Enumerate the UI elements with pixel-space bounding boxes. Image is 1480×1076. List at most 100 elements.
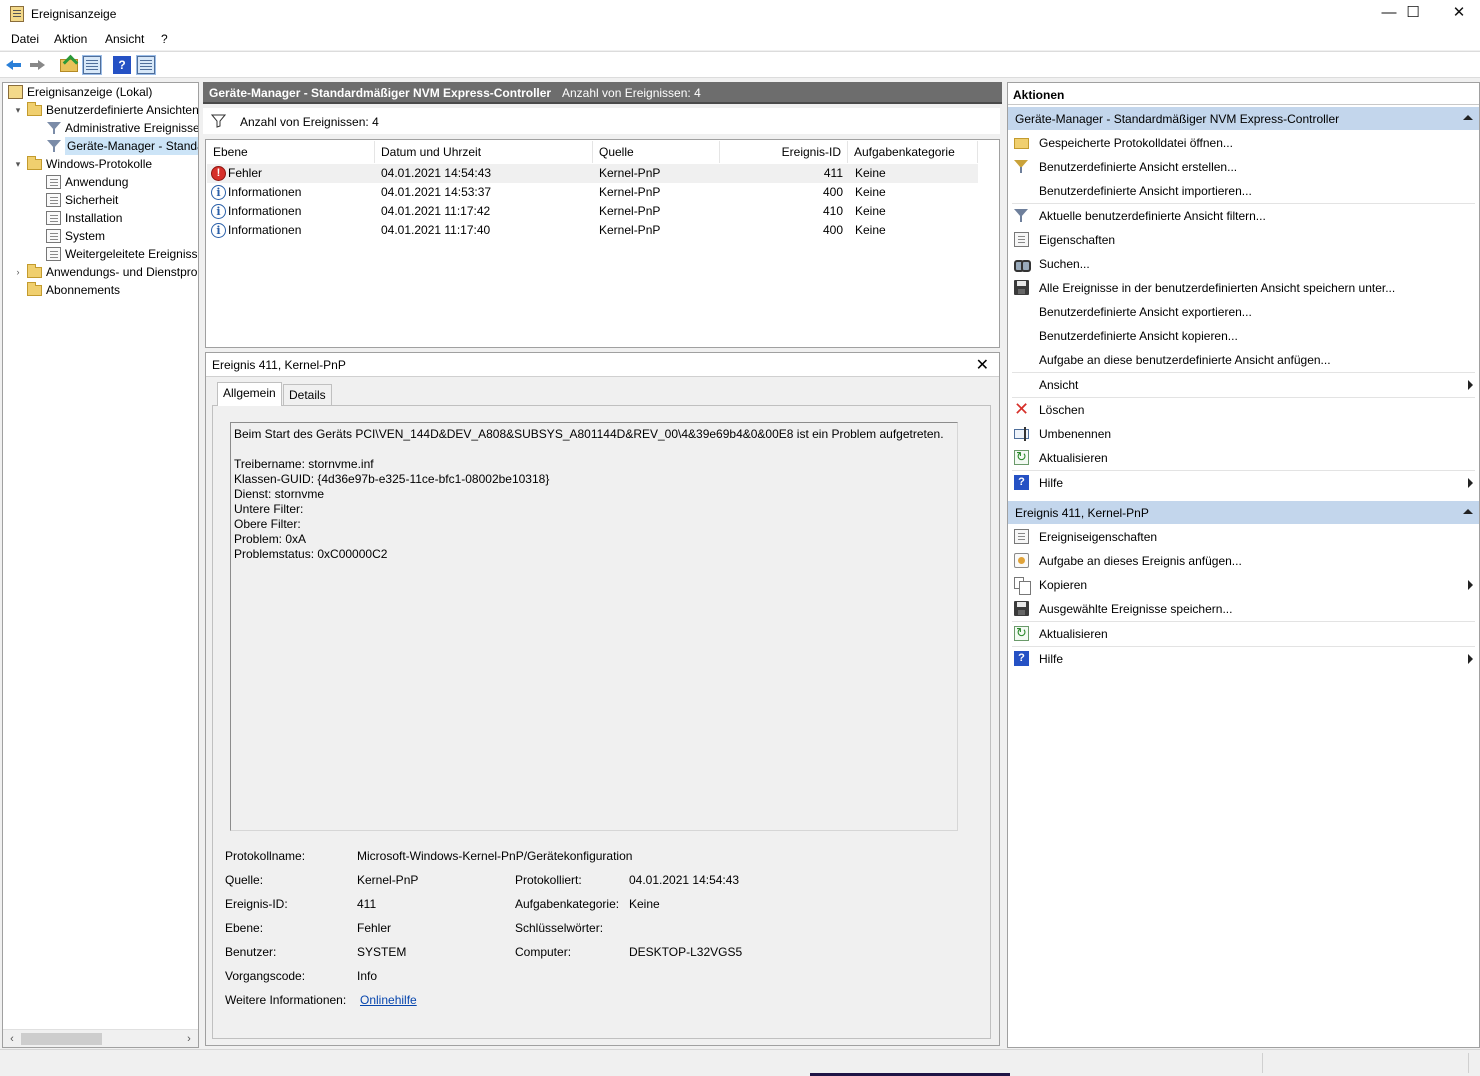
actions-pane: Aktionen Geräte-Manager - Standardmäßige… bbox=[1007, 82, 1480, 1048]
scroll-left-icon[interactable]: ‹ bbox=[4, 1031, 20, 1047]
source-label: Quelle: bbox=[225, 873, 264, 887]
action-view-submenu[interactable]: Ansicht bbox=[1008, 373, 1479, 397]
action-export-custom-view[interactable]: Benutzerdefinierte Ansicht exportieren..… bbox=[1008, 300, 1479, 324]
find-icon bbox=[1014, 256, 1031, 272]
chevron-down-icon[interactable]: ▾ bbox=[13, 155, 23, 173]
actions-title-bar: Aktionen bbox=[1008, 83, 1479, 105]
menu-action[interactable]: Aktion bbox=[54, 32, 87, 46]
menu-file[interactable]: Datei bbox=[11, 32, 39, 46]
actions-section-view[interactable]: Geräte-Manager - Standardmäßiger NVM Exp… bbox=[1008, 107, 1479, 130]
menu-view[interactable]: Ansicht bbox=[105, 32, 144, 46]
actions-section-event[interactable]: Ereignis 411, Kernel-PnP bbox=[1008, 501, 1479, 524]
action-save-all-events[interactable]: Alle Ereignisse in der benutzerdefiniert… bbox=[1008, 276, 1479, 300]
action-properties[interactable]: Eigenschaften bbox=[1008, 228, 1479, 252]
chevron-right-icon bbox=[1468, 478, 1473, 488]
toolbar: ? bbox=[0, 51, 1480, 78]
action-open-saved-log[interactable]: Gespeicherte Protokolldatei öffnen... bbox=[1008, 131, 1479, 155]
event-description[interactable]: Beim Start des Geräts PCI\VEN_144D&DEV_A… bbox=[230, 422, 958, 831]
error-icon: ! bbox=[211, 166, 226, 181]
maximize-button[interactable]: ☐ bbox=[1390, 0, 1436, 28]
save-icon bbox=[1014, 601, 1029, 616]
folder-icon bbox=[27, 156, 42, 170]
collapse-icon[interactable] bbox=[1463, 115, 1473, 120]
column-header-category[interactable]: Aufgabenkategorie bbox=[848, 141, 978, 163]
action-copy-custom-view[interactable]: Benutzerdefinierte Ansicht kopieren... bbox=[1008, 324, 1479, 348]
info-icon: i bbox=[211, 204, 226, 219]
column-header-date[interactable]: Datum und Uhrzeit bbox=[375, 141, 593, 163]
folder-icon bbox=[27, 282, 42, 296]
user-value: SYSTEM bbox=[357, 945, 407, 959]
menu-help[interactable]: ? bbox=[161, 32, 168, 46]
action-filter-view[interactable]: Aktuelle benutzerdefinierte Ansicht filt… bbox=[1008, 204, 1479, 228]
refresh-icon bbox=[1014, 625, 1029, 641]
table-row[interactable]: i Informationen 04.01.2021 11:17:40 Kern… bbox=[207, 221, 978, 240]
status-divider bbox=[1468, 1053, 1469, 1073]
show-hide-tree-icon[interactable] bbox=[82, 55, 102, 75]
log-name-value: Microsoft-Windows-Kernel-PnP/Gerätekonfi… bbox=[357, 849, 633, 863]
action-copy-submenu[interactable]: Kopieren bbox=[1008, 573, 1479, 597]
action-import-custom-view[interactable]: Benutzerdefinierte Ansicht importieren..… bbox=[1008, 179, 1479, 203]
scroll-right-icon[interactable]: › bbox=[181, 1031, 197, 1047]
filter-icon bbox=[1014, 208, 1029, 223]
detail-title: Ereignis 411, Kernel-PnP bbox=[212, 358, 346, 372]
info-icon: i bbox=[211, 185, 226, 200]
action-attach-task-to-view[interactable]: Aufgabe an diese benutzerdefinierte Ansi… bbox=[1008, 348, 1479, 372]
action-attach-task-to-event[interactable]: Aufgabe an dieses Ereignis anfügen... bbox=[1008, 549, 1479, 573]
close-icon[interactable]: ✕ bbox=[976, 355, 989, 375]
filter-info-bar: Anzahl von Ereignissen: 4 bbox=[203, 108, 1000, 134]
tab-details[interactable]: Details bbox=[283, 384, 332, 406]
up-folder-icon[interactable] bbox=[60, 59, 78, 72]
title-bar: Ereignisanzeige — ☐ ✕ bbox=[0, 0, 1480, 28]
back-icon[interactable] bbox=[5, 56, 23, 74]
open-folder-icon bbox=[1014, 138, 1029, 149]
log-icon bbox=[46, 193, 61, 207]
online-help-link[interactable]: Onlinehilfe bbox=[360, 993, 417, 1007]
log-icon bbox=[46, 175, 61, 189]
detail-header: Ereignis 411, Kernel-PnP ✕ bbox=[206, 353, 999, 377]
action-delete[interactable]: ✕ Löschen bbox=[1008, 398, 1479, 422]
more-info-label: Weitere Informationen: bbox=[225, 993, 347, 1007]
action-refresh[interactable]: Aktualisieren bbox=[1008, 446, 1479, 470]
collapse-icon[interactable] bbox=[1463, 509, 1473, 514]
column-header-source[interactable]: Quelle bbox=[593, 141, 720, 163]
logged-label: Protokolliert: bbox=[515, 873, 582, 887]
action-rename[interactable]: Umbenennen bbox=[1008, 422, 1479, 446]
refresh-icon bbox=[1014, 449, 1029, 465]
tab-general[interactable]: Allgemein bbox=[217, 382, 282, 406]
chevron-right-icon bbox=[1468, 380, 1473, 390]
console-tree: Ereignisanzeige (Lokal) ▾ Benutzerdefini… bbox=[2, 82, 199, 1048]
category-value: Keine bbox=[629, 897, 660, 911]
help-icon[interactable]: ? bbox=[113, 56, 131, 74]
computer-label: Computer: bbox=[515, 945, 572, 959]
table-row[interactable]: i Informationen 04.01.2021 11:17:42 Kern… bbox=[207, 202, 978, 221]
chevron-right-icon[interactable]: › bbox=[13, 263, 23, 281]
action-refresh-event[interactable]: Aktualisieren bbox=[1008, 622, 1479, 646]
action-save-selected-events[interactable]: Ausgewählte Ereignisse speichern... bbox=[1008, 597, 1479, 621]
action-help-event-submenu[interactable]: ? Hilfe bbox=[1008, 647, 1479, 671]
action-event-properties[interactable]: Ereigniseigenschaften bbox=[1008, 525, 1479, 549]
logged-value: 04.01.2021 14:54:43 bbox=[629, 873, 740, 887]
action-find[interactable]: Suchen... bbox=[1008, 252, 1479, 276]
event-id-value: 411 bbox=[357, 897, 377, 911]
close-button[interactable]: ✕ bbox=[1436, 0, 1480, 28]
window-title: Ereignisanzeige bbox=[31, 7, 117, 21]
column-header-level[interactable]: Ebene bbox=[207, 141, 375, 163]
filter-count-text: Anzahl von Ereignissen: 4 bbox=[240, 115, 379, 129]
action-create-custom-view[interactable]: Benutzerdefinierte Ansicht erstellen... bbox=[1008, 155, 1479, 179]
show-hide-action-pane-icon[interactable] bbox=[136, 55, 156, 75]
table-row[interactable]: i Informationen 04.01.2021 14:53:37 Kern… bbox=[207, 183, 978, 202]
chevron-down-icon[interactable]: ▾ bbox=[13, 101, 23, 119]
copy-icon bbox=[1014, 577, 1031, 595]
tree-horizontal-scrollbar[interactable]: ‹ › bbox=[3, 1029, 198, 1047]
delete-icon: ✕ bbox=[1014, 399, 1030, 419]
tree-device-manager[interactable]: Geräte-Manager - Standa bbox=[46, 137, 198, 155]
keywords-label: Schlüsselwörter: bbox=[515, 921, 604, 935]
chevron-right-icon bbox=[1468, 580, 1473, 590]
column-header-event-id[interactable]: Ereignis-ID bbox=[720, 141, 848, 163]
scrollbar-thumb[interactable] bbox=[21, 1033, 102, 1045]
forward-icon[interactable] bbox=[28, 56, 46, 74]
center-pane: Geräte-Manager - Standardmäßiger NVM Exp… bbox=[201, 82, 1004, 1048]
opcode-label: Vorgangscode: bbox=[225, 969, 306, 983]
action-help-submenu[interactable]: ? Hilfe bbox=[1008, 471, 1479, 495]
table-row[interactable]: ! Fehler 04.01.2021 14:54:43 Kernel-PnP … bbox=[207, 164, 978, 183]
